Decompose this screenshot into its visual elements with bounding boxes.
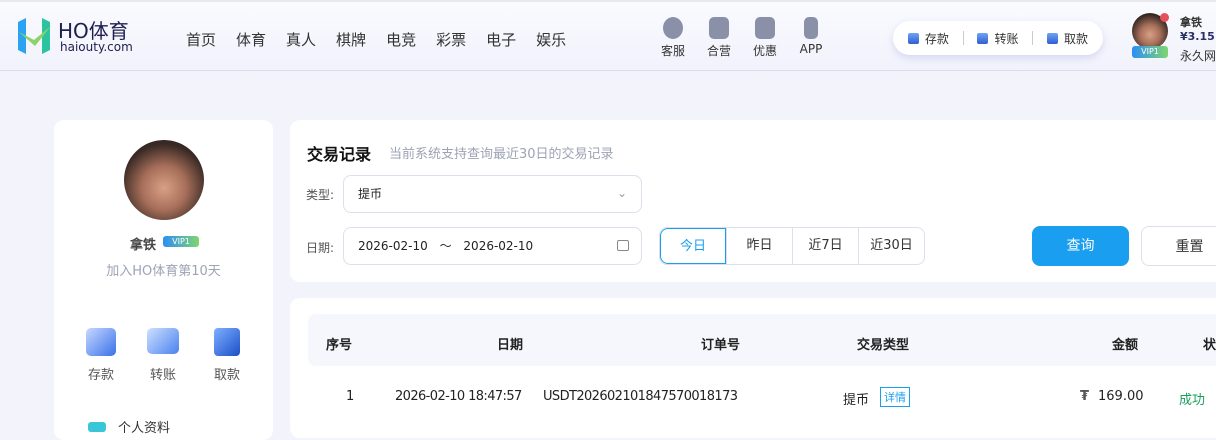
transfer-button[interactable]: 转账 — [977, 30, 1018, 47]
profile-deposit[interactable]: 存款 — [84, 328, 118, 383]
page-title: 交易记录 — [307, 145, 372, 164]
phone-icon — [804, 17, 818, 39]
records-table — [290, 298, 1216, 438]
date-separator: 〜 — [439, 239, 452, 253]
label: 取款 — [1064, 31, 1089, 46]
transfer-card-icon — [147, 328, 179, 354]
atm-icon — [214, 328, 240, 356]
coupon-icon — [755, 17, 775, 39]
top-header: HO体育 haiouty.com 首页 体育 真人 棋牌 电竞 彩票 电子 娱乐… — [0, 0, 1216, 71]
wallet-actions: 存款 转账 取款 — [893, 21, 1103, 55]
col-order: 订单号 — [701, 338, 741, 353]
chevron-down-icon: ⌄ — [616, 186, 627, 200]
notification-dot — [1160, 13, 1169, 22]
col-index: 序号 — [326, 338, 353, 353]
promotions-button[interactable]: 优惠 — [745, 17, 785, 59]
date-from[interactable]: 2026-02-10 — [358, 239, 428, 253]
label: 取款 — [213, 368, 240, 383]
user-extra: 永久网 — [1180, 49, 1216, 63]
nav-home[interactable]: 首页 — [186, 29, 216, 50]
cell-order: USDT202602101847570018173 — [543, 389, 738, 404]
cell-amount: 169.00 — [1098, 389, 1144, 404]
date-range-picker[interactable]: 2026-02-10 〜 2026-02-10 — [343, 227, 642, 265]
profile-card: 拿铁 VIP1 加入HO体育第10天 存款 转账 取款 个人资料 — [54, 120, 273, 440]
range-30days[interactable]: 近30日 — [858, 228, 924, 264]
withdraw-icon — [1047, 32, 1059, 44]
nav-slots[interactable]: 电子 — [486, 29, 516, 50]
tether-icon: ₮ — [1080, 389, 1090, 404]
menu-personal-info[interactable]: 个人资料 — [118, 417, 170, 436]
cell-status: 成功 — [1179, 393, 1206, 408]
transfer-icon — [977, 32, 989, 44]
label: 优惠 — [752, 44, 777, 58]
cell-index: 1 — [346, 389, 355, 404]
wallet-icon — [86, 328, 116, 356]
range-today[interactable]: 今日 — [660, 228, 726, 264]
label: 转账 — [994, 31, 1019, 46]
date-range-tabs: 今日 昨日 近7日 近30日 — [659, 227, 925, 265]
calendar-icon — [617, 240, 629, 251]
nav-live[interactable]: 真人 — [286, 29, 316, 50]
range-yesterday[interactable]: 昨日 — [726, 228, 792, 264]
divider — [962, 31, 964, 45]
withdraw-button[interactable]: 取款 — [1047, 30, 1088, 47]
profile-withdraw[interactable]: 取款 — [210, 328, 244, 383]
profile-avatar — [124, 140, 204, 220]
col-amount: 金额 — [1112, 338, 1139, 353]
col-status: 状 — [1203, 338, 1216, 353]
brand-domain: haiouty.com — [60, 40, 133, 54]
type-select[interactable]: 提币 ⌄ — [343, 175, 642, 213]
label: 转账 — [149, 368, 176, 383]
partner-button[interactable]: 合营 — [699, 17, 739, 59]
deposit-button[interactable]: 存款 — [907, 30, 949, 47]
handshake-icon — [709, 17, 729, 39]
label: 合营 — [706, 44, 731, 58]
label: 存款 — [87, 368, 114, 383]
date-to[interactable]: 2026-02-10 — [463, 239, 533, 253]
type-value: 提币 — [358, 187, 383, 201]
profile-vip-badge: VIP1 — [163, 236, 199, 247]
headset-icon — [663, 17, 683, 39]
nav-lottery[interactable]: 彩票 — [436, 29, 466, 50]
deposit-icon — [907, 32, 919, 44]
date-label: 日期: — [306, 241, 335, 255]
nav-esports[interactable]: 电竞 — [386, 29, 416, 50]
reset-button[interactable]: 重置 — [1141, 226, 1216, 266]
page-subtitle: 当前系统支持查询最近30日的交易记录 — [389, 147, 614, 162]
divider — [1032, 31, 1034, 45]
range-7days[interactable]: 近7日 — [792, 228, 858, 264]
username: 拿铁 — [1180, 16, 1202, 29]
balance: ¥3.15 — [1180, 30, 1215, 43]
profile-name: 拿铁 — [130, 238, 157, 253]
cell-type: 提币 — [843, 393, 870, 408]
nav-cards[interactable]: 棋牌 — [336, 29, 366, 50]
join-days: 加入HO体育第10天 — [106, 264, 221, 279]
logo-icon[interactable] — [15, 16, 53, 56]
app-button[interactable]: APP — [791, 17, 831, 56]
query-button[interactable]: 查询 — [1032, 226, 1129, 266]
detail-button[interactable]: 详情 — [880, 387, 910, 407]
type-label: 类型: — [306, 188, 335, 202]
label: 存款 — [924, 31, 949, 46]
label: APP — [799, 42, 823, 56]
label: 客服 — [660, 44, 685, 58]
col-date: 日期 — [497, 338, 524, 353]
vip-badge: VIP1 — [1132, 46, 1168, 58]
profile-menu-icon — [88, 422, 106, 432]
main-nav: 首页 体育 真人 棋牌 电竞 彩票 电子 娱乐 — [186, 29, 566, 50]
nav-entertainment[interactable]: 娱乐 — [536, 29, 566, 50]
col-type: 交易类型 — [857, 338, 910, 353]
table-header — [308, 314, 1216, 366]
cell-date: 2026-02-10 18:47:57 — [395, 389, 522, 404]
customer-service-button[interactable]: 客服 — [653, 17, 693, 59]
nav-sports[interactable]: 体育 — [236, 29, 266, 50]
profile-transfer[interactable]: 转账 — [146, 328, 180, 383]
